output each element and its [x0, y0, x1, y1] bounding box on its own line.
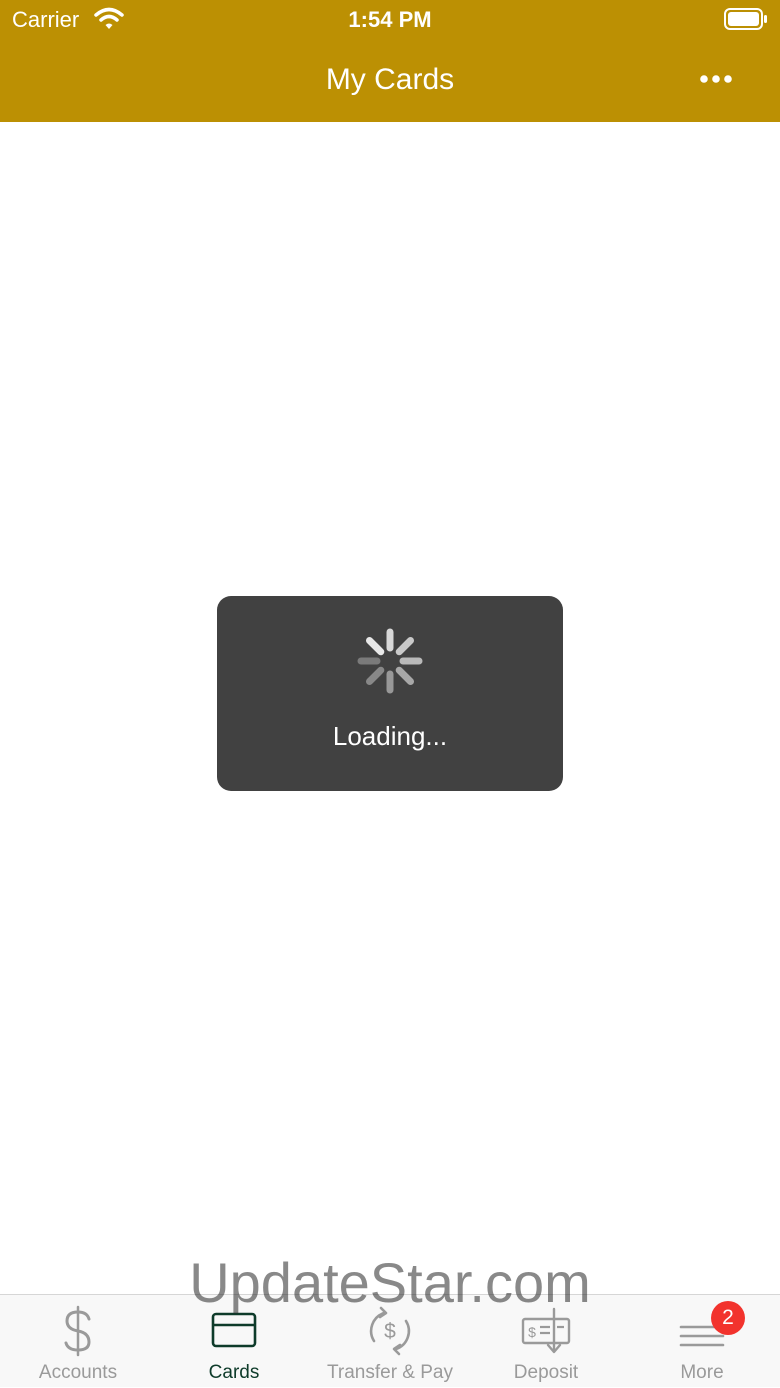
battery-icon [724, 8, 767, 30]
svg-text:$: $ [384, 1320, 396, 1343]
navigation-header: Carrier 1:54 PM My Cards [0, 0, 780, 122]
tab-label-more: More [680, 1362, 724, 1383]
status-time: 1:54 PM [348, 7, 432, 32]
svg-text:$: $ [528, 1324, 536, 1340]
tab-label-accounts: Accounts [38, 1362, 118, 1383]
page-title: My Cards [325, 63, 455, 96]
ellipsis-icon[interactable] [690, 62, 742, 96]
loading-label: Loading... [332, 721, 448, 751]
activity-spinner-icon [357, 628, 423, 694]
tab-label-transfer-pay: Transfer & Pay [326, 1362, 453, 1383]
status-bar: Carrier 1:54 PM [0, 0, 780, 40]
loading-overlay: Loading... [217, 596, 563, 791]
watermark-text: UpdateStar.com [189, 1251, 591, 1314]
tab-label-deposit: Deposit [513, 1362, 579, 1383]
tab-label-cards: Cards [208, 1362, 260, 1383]
